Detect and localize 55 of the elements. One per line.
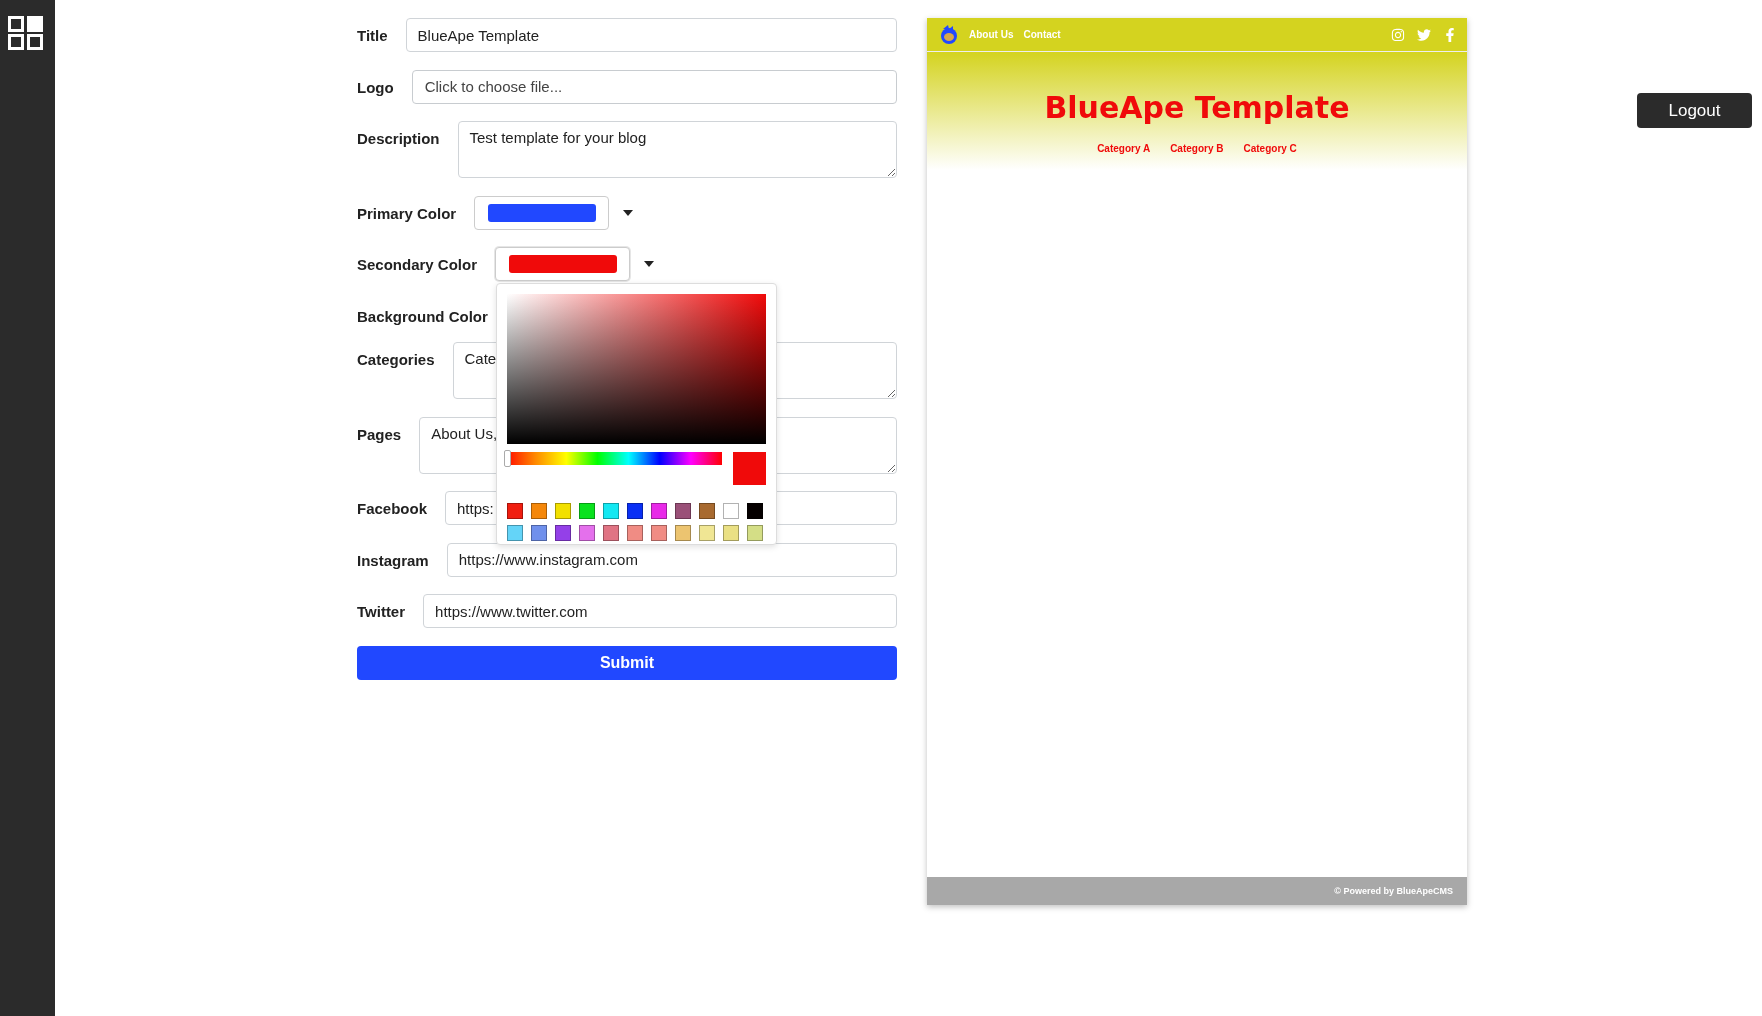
caret-icon[interactable] xyxy=(644,261,655,267)
field-label: Secondary Color xyxy=(357,255,478,273)
field-label: Instagram xyxy=(357,550,429,569)
color-swatch[interactable] xyxy=(675,525,692,541)
ape-logo-icon xyxy=(939,24,959,45)
color-swatch[interactable] xyxy=(675,503,692,519)
color-swatch[interactable] xyxy=(747,525,764,541)
color-swatch[interactable] xyxy=(651,503,668,519)
color-swatch[interactable] xyxy=(603,525,620,541)
field-label: Facebook xyxy=(357,499,428,517)
text-field[interactable]: https://www.instagram.com xyxy=(446,542,897,577)
site-title: BlueApe Template xyxy=(1044,90,1350,125)
selected-color-preview xyxy=(733,452,767,485)
category-link[interactable]: Category C xyxy=(1243,143,1297,154)
dashboard-grid-icon[interactable] xyxy=(8,16,44,52)
field-label: Description xyxy=(357,129,440,147)
caret-icon[interactable] xyxy=(623,209,634,216)
color-swatch[interactable] xyxy=(747,503,764,519)
color-swatch[interactable] xyxy=(579,503,596,519)
color-swatch[interactable] xyxy=(531,525,548,541)
category-link[interactable]: Category A xyxy=(1097,143,1151,154)
color-swatch[interactable] xyxy=(627,525,644,541)
field-label: Logo xyxy=(357,77,394,96)
submit-button[interactable]: Submit xyxy=(357,645,897,680)
text-field[interactable]: BlueApe Template xyxy=(405,18,897,52)
text-area[interactable]: Test template for your blog xyxy=(457,121,897,178)
footer-text: © Powered by BlueApeCMS xyxy=(1334,886,1453,896)
field-label: Primary Color xyxy=(357,203,457,222)
color-swatch[interactable] xyxy=(555,525,572,541)
color-swatch[interactable] xyxy=(555,503,572,519)
field-label: Background Color xyxy=(357,306,488,325)
color-field[interactable] xyxy=(495,247,631,281)
color-swatch[interactable] xyxy=(651,525,668,541)
color-swatch[interactable] xyxy=(723,503,740,519)
color-swatch[interactable] xyxy=(627,503,644,519)
color-swatch[interactable] xyxy=(603,503,620,519)
logout-button[interactable]: Logout xyxy=(1637,93,1752,128)
file-field[interactable]: Click to choose file... xyxy=(411,69,897,104)
hue-slider[interactable] xyxy=(504,452,723,465)
color-swatch[interactable] xyxy=(507,503,524,519)
text-field[interactable]: https://www.twitter.com xyxy=(423,594,897,628)
color-gradient-area[interactable] xyxy=(507,294,767,444)
color-swatch[interactable] xyxy=(531,503,548,519)
field-label: Twitter xyxy=(357,602,406,620)
color-swatch[interactable] xyxy=(699,525,716,541)
color-swatch[interactable] xyxy=(723,525,740,541)
field-label: Pages xyxy=(357,424,402,443)
color-swatch[interactable] xyxy=(579,525,596,541)
category-link[interactable]: Category B xyxy=(1170,143,1224,154)
field-label: Title xyxy=(357,26,388,44)
field-label: Categories xyxy=(357,350,435,368)
color-swatch[interactable] xyxy=(507,525,524,541)
color-field[interactable] xyxy=(474,195,610,230)
color-swatch[interactable] xyxy=(699,503,716,519)
hue-slider-thumb[interactable] xyxy=(504,450,512,467)
